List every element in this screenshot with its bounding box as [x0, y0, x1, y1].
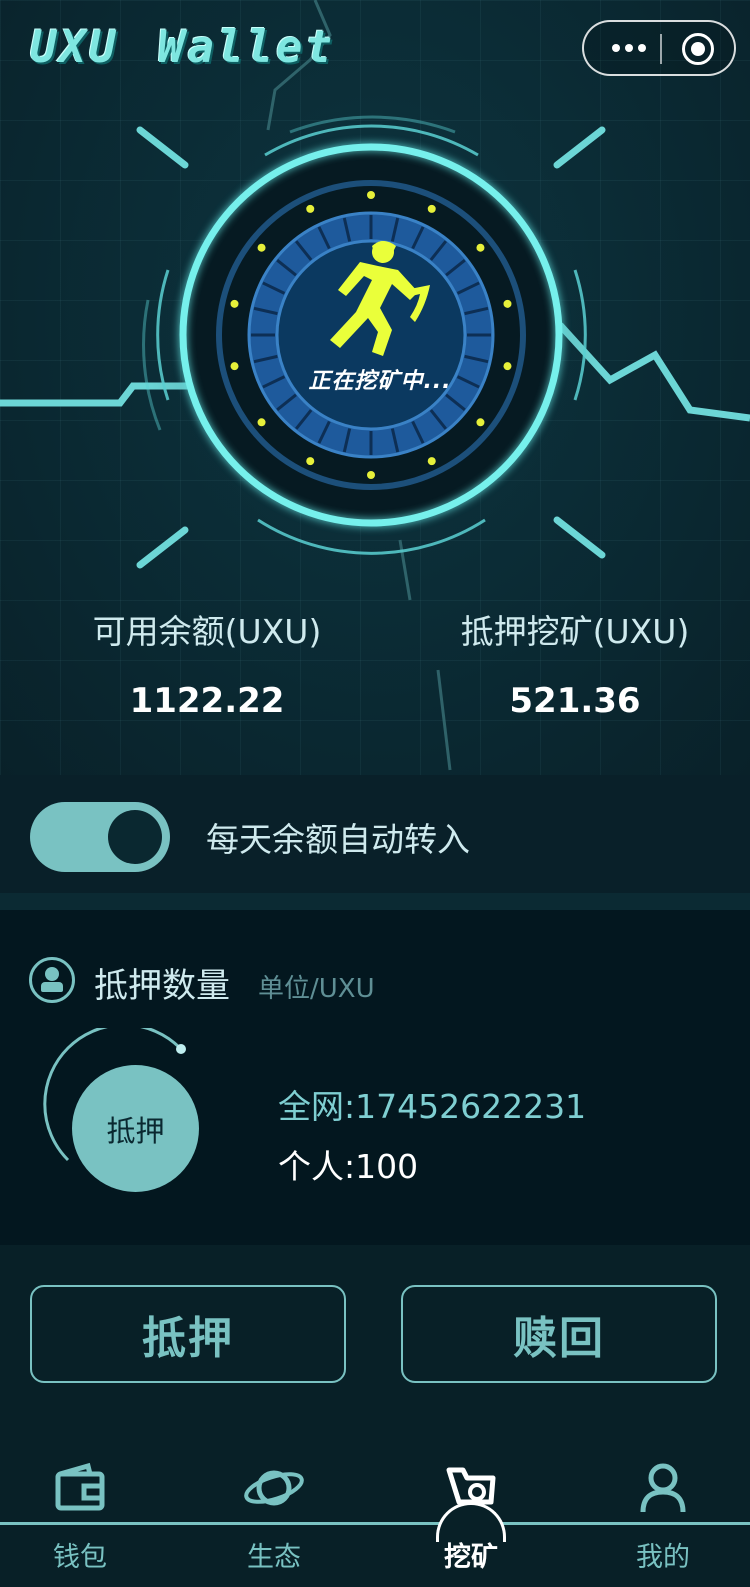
tab-mining[interactable]: 挖矿 — [411, 1440, 531, 1587]
stake-button[interactable]: 抵押 — [30, 1285, 346, 1383]
auto-transfer-row: 每天余额自动转入 — [0, 775, 750, 893]
stake-dial-button[interactable]: 抵押 — [72, 1065, 199, 1192]
stake-panel: 抵押数量 单位/UXU 抵押 全网:17452622231 个人:100 — [0, 910, 750, 1245]
close-mini-program-icon[interactable] — [682, 33, 714, 65]
app-logo: UXU Wallet — [30, 22, 335, 73]
tab-me-label: 我的 — [636, 1542, 690, 1573]
network-total: 全网:17452622231 — [278, 1087, 587, 1126]
bottom-tab-bar: 钱包 生态 挖矿 我的 — [0, 1440, 750, 1587]
tab-me[interactable]: 我的 — [603, 1440, 723, 1587]
mining-status-text: 正在挖矿中... — [308, 369, 452, 394]
stake-title: 抵押数量 — [94, 966, 230, 1006]
staked-balance-value: 521.36 — [509, 681, 641, 721]
auto-transfer-label: 每天余额自动转入 — [206, 820, 470, 859]
personal-stake: 个人:100 — [278, 1147, 419, 1186]
user-icon — [640, 1463, 686, 1513]
stake-user-icon — [29, 957, 75, 1003]
available-balance-value: 1122.22 — [129, 681, 285, 721]
action-row: 抵押 赎回 — [0, 1245, 750, 1440]
mini-program-capsule — [582, 20, 736, 76]
redeem-button[interactable]: 赎回 — [401, 1285, 717, 1383]
tab-ecosystem[interactable]: 生态 — [214, 1440, 334, 1587]
auto-transfer-toggle[interactable] — [30, 802, 170, 872]
staked-balance: 抵押挖矿(UXU) 521.36 — [410, 605, 740, 721]
stake-unit: 单位/UXU — [258, 974, 375, 1004]
mining-page: UXU Wallet 正在挖矿中... 可用余额(UXU) 1122.22 抵押… — [0, 0, 750, 1587]
tab-mining-label: 挖矿 — [444, 1542, 498, 1573]
mining-hero: UXU Wallet 正在挖矿中... 可用余额(UXU) 1122.22 抵押… — [0, 0, 750, 775]
tab-wallet[interactable]: 钱包 — [20, 1440, 140, 1587]
available-balance-label: 可用余额(UXU) — [92, 612, 322, 651]
capsule-divider — [660, 34, 662, 64]
more-options-icon[interactable] — [602, 22, 656, 74]
staked-balance-label: 抵押挖矿(UXU) — [460, 612, 690, 651]
toggle-knob — [108, 810, 162, 864]
planet-icon — [244, 1470, 304, 1506]
available-balance: 可用余额(UXU) 1122.22 — [42, 605, 372, 721]
tab-wallet-label: 钱包 — [53, 1542, 107, 1573]
tab-ecosystem-label: 生态 — [247, 1542, 301, 1573]
mining-cart-icon — [446, 1467, 496, 1505]
wallet-icon — [55, 1462, 105, 1511]
